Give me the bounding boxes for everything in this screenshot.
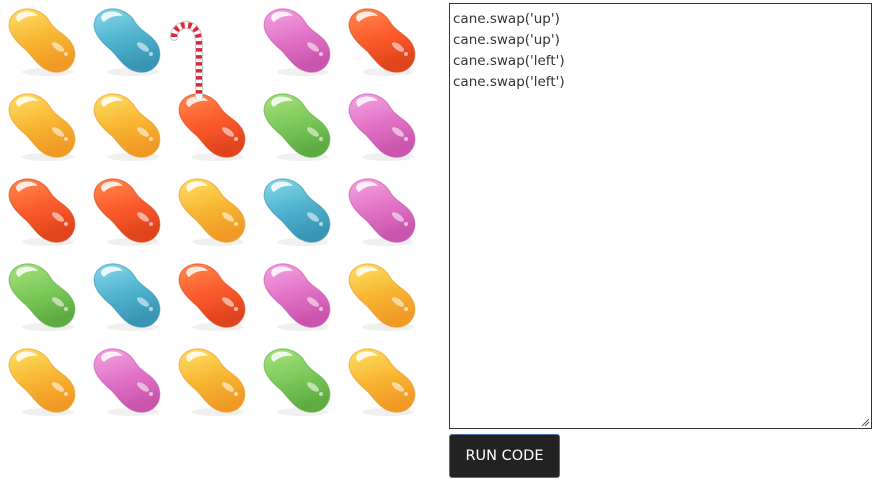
board-cell: [255, 340, 340, 425]
blue-jellybean-icon: [93, 8, 161, 76]
board-cell: [255, 170, 340, 255]
yellow-jellybean-icon: [178, 348, 246, 416]
blue-jellybean-icon: [93, 263, 161, 331]
board-cell: [340, 170, 425, 255]
board-cell: [170, 85, 255, 170]
resize-grip-icon[interactable]: [861, 418, 870, 427]
board-cell: [255, 255, 340, 340]
code-line: cane.swap('up'): [453, 32, 560, 48]
board-cell: [255, 85, 340, 170]
board-cell: [85, 85, 170, 170]
board-cell: [85, 0, 170, 85]
board-cell: [170, 340, 255, 425]
pink-jellybean-icon: [263, 8, 331, 76]
orange-jellybean-icon: [178, 263, 246, 331]
yellow-jellybean-icon: [348, 263, 416, 331]
green-jellybean-icon: [263, 93, 331, 161]
code-editor[interactable]: cane.swap('up') cane.swap('up') cane.swa…: [449, 3, 872, 429]
green-jellybean-icon: [8, 263, 76, 331]
yellow-jellybean-icon: [348, 348, 416, 416]
yellow-jellybean-icon: [8, 93, 76, 161]
board-cell: [85, 170, 170, 255]
orange-jellybean-icon: [93, 178, 161, 246]
pink-jellybean-icon: [348, 93, 416, 161]
pink-jellybean-icon: [348, 178, 416, 246]
orange-jellybean-icon: [348, 8, 416, 76]
board-cell: [340, 340, 425, 425]
board-cell: [340, 255, 425, 340]
orange-jellybean-icon: [8, 178, 76, 246]
board-cell: [170, 170, 255, 255]
board-cell: [0, 0, 85, 85]
yellow-jellybean-icon: [178, 178, 246, 246]
blue-jellybean-icon: [263, 178, 331, 246]
board-cell: [85, 340, 170, 425]
board-cell: [340, 0, 425, 85]
board-cell: [0, 255, 85, 340]
yellow-jellybean-icon: [8, 348, 76, 416]
candy-board: [0, 0, 425, 425]
green-jellybean-icon: [263, 348, 331, 416]
code-line: cane.swap('left'): [453, 53, 565, 69]
code-line: cane.swap('up'): [453, 11, 560, 27]
board-cell: [255, 0, 340, 85]
board-cell: [0, 170, 85, 255]
code-line: cane.swap('left'): [453, 74, 565, 90]
board-cell: [340, 85, 425, 170]
pink-jellybean-icon: [93, 348, 161, 416]
yellow-jellybean-icon: [93, 93, 161, 161]
pink-jellybean-icon: [263, 263, 331, 331]
board-cell: [170, 255, 255, 340]
board-cell: [170, 0, 255, 85]
board-cell: [0, 340, 85, 425]
board-cell: [0, 85, 85, 170]
orange-jellybean-icon: [178, 93, 246, 161]
board-cell: [85, 255, 170, 340]
run-code-button[interactable]: RUN CODE: [449, 434, 560, 478]
yellow-jellybean-icon: [8, 8, 76, 76]
